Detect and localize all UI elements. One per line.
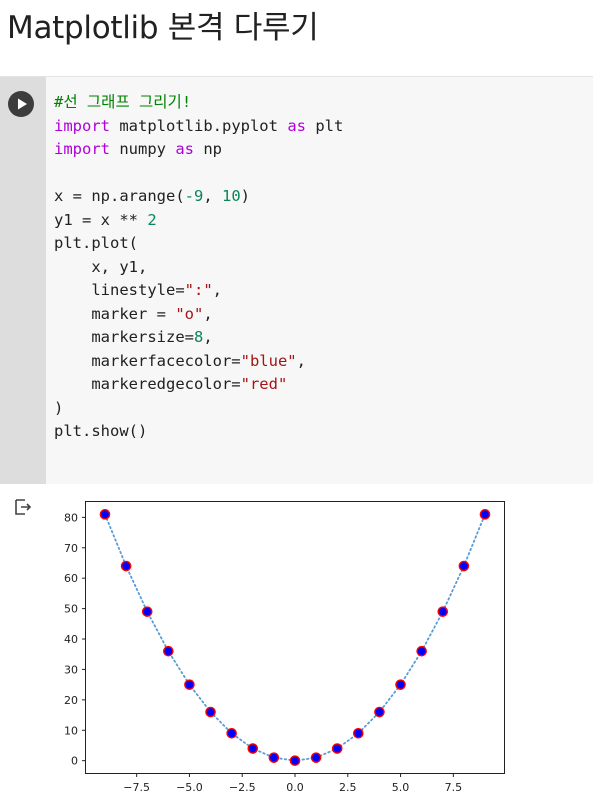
y-tick-label: 50: [64, 603, 78, 616]
data-point: [416, 645, 427, 657]
data-point: [458, 560, 470, 572]
line-chart: 0 10 20 30 40 50 60 70 80 −7.5 −5.0 −2.5 0.0 2.5 5.0 7.…: [64, 501, 505, 794]
y-tick-label: 80: [64, 511, 78, 524]
data-point: [374, 706, 385, 718]
data-point: [268, 752, 280, 763]
plot-frame: [85, 501, 505, 774]
x-tick-label: −7.5: [123, 781, 150, 794]
x-tick-label: −5.0: [176, 781, 203, 794]
y-tick-label: 70: [64, 542, 78, 555]
data-point: [395, 679, 406, 690]
data-point: [226, 728, 237, 739]
x-tick-label: 5.0: [392, 781, 410, 794]
x-tick-label: 2.5: [339, 781, 357, 794]
x-tick-label: 7.5: [445, 781, 463, 794]
data-point: [437, 606, 449, 617]
data-point: [310, 752, 322, 763]
data-point: [99, 509, 111, 520]
data-point: [247, 743, 259, 754]
data-point: [120, 560, 132, 572]
data-point: [353, 728, 364, 739]
data-point: [141, 606, 153, 617]
data-point: [163, 645, 174, 657]
data-point: [184, 679, 195, 690]
data-point: [331, 743, 343, 754]
data-point: [479, 509, 491, 520]
x-tick-label: 0.0: [286, 781, 304, 794]
y-tick-label: 0: [71, 755, 78, 768]
x-tick-label: −2.5: [229, 781, 256, 794]
y-tick-label: 40: [64, 633, 78, 646]
data-point: [205, 706, 216, 718]
y-tick-label: 30: [64, 663, 78, 676]
y-tick-label: 60: [64, 572, 78, 585]
y-tick-label: 10: [64, 724, 78, 737]
y-tick-label: 20: [64, 694, 78, 707]
data-point: [289, 755, 301, 766]
